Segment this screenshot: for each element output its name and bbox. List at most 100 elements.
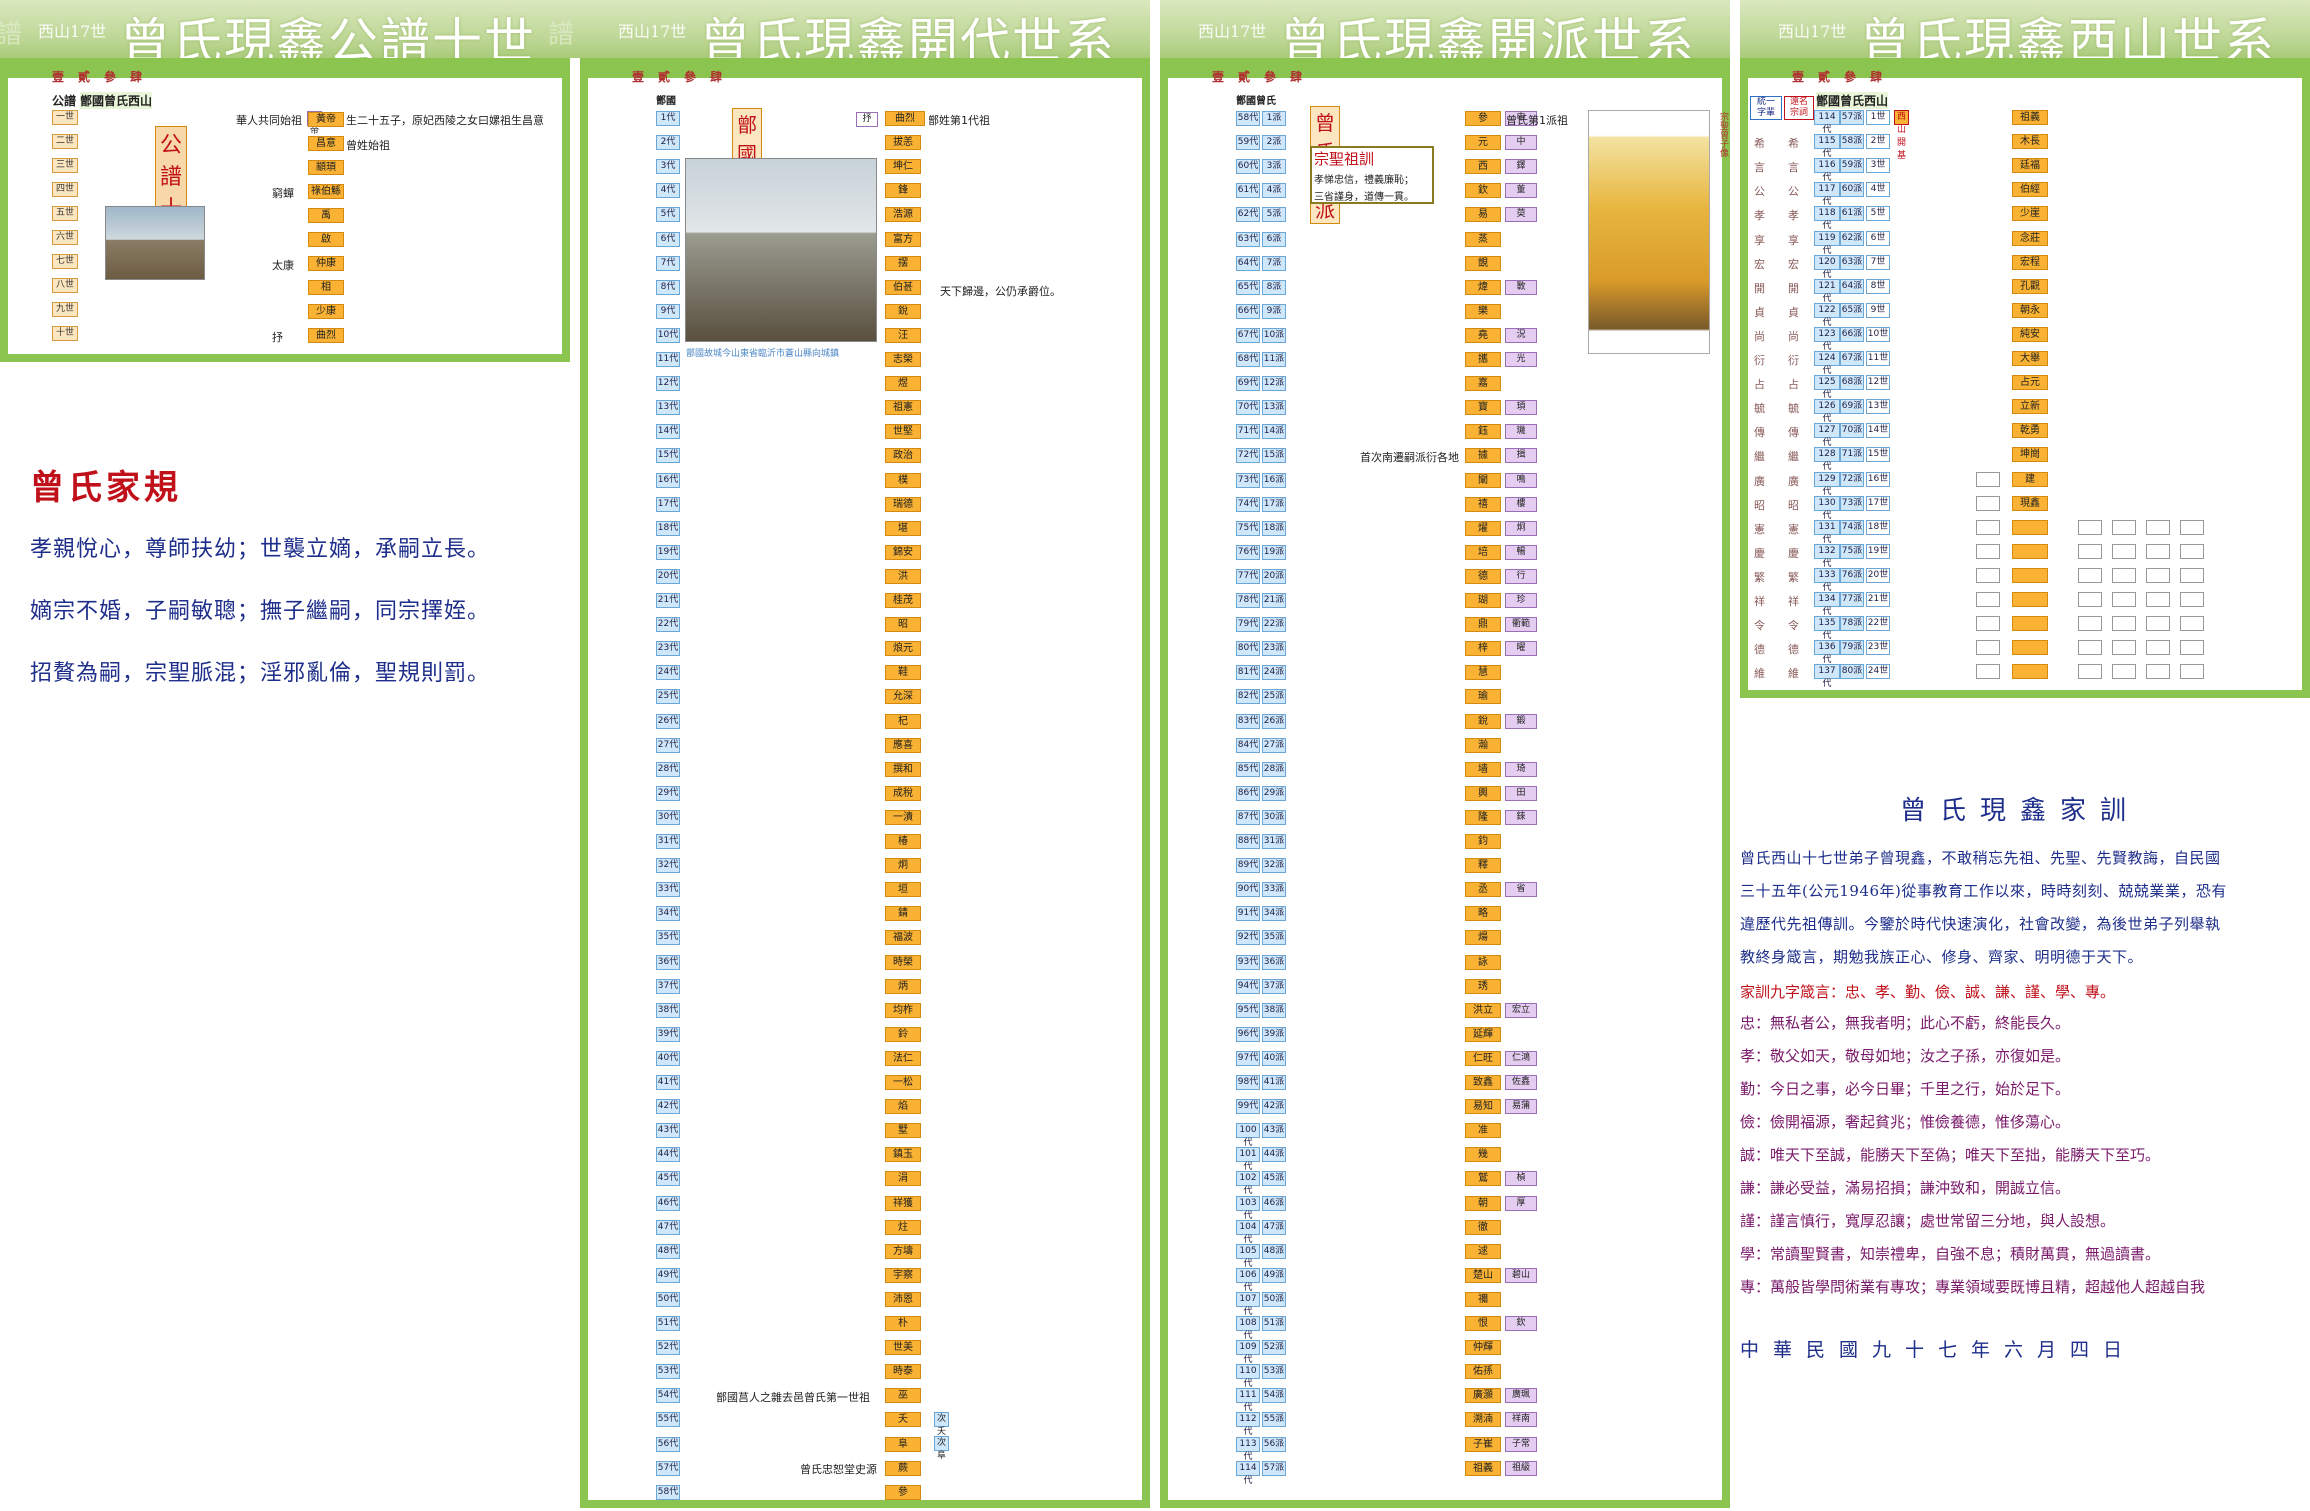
ancestor-name: 昌意	[308, 136, 344, 151]
tab-1[interactable]: 壹	[1212, 70, 1224, 84]
ancestor-name: 禧	[1465, 496, 1501, 512]
tab-bar[interactable]: 壹貳參肆	[1212, 68, 1316, 85]
tab-3[interactable]: 參	[1264, 70, 1276, 84]
empty-cell	[1976, 543, 2000, 559]
tab-3[interactable]: 參	[684, 70, 696, 84]
ancestor-name: 孔觀	[2012, 278, 2048, 294]
pai-cell: 50派	[1262, 1291, 1286, 1307]
gen-cell: 96代	[1236, 1026, 1260, 1042]
ancestor-side: 太康	[272, 259, 294, 272]
empty-cell	[2180, 616, 2204, 632]
pai-cell: 21派	[1262, 593, 1286, 608]
tab-2[interactable]: 貳	[78, 70, 90, 84]
motto-box: 宗聖祖訓 孝悌忠信，禮義廉恥； 三省謹身，道傳一貫。	[1310, 146, 1434, 204]
monument-photo	[685, 158, 877, 342]
ancestor-name: 鷲	[1465, 1171, 1501, 1187]
sibling-name: 珍	[1505, 593, 1537, 608]
first-note: 曾氏第1派祖	[1506, 114, 1568, 127]
pai-cell: 70派	[1840, 423, 1864, 439]
ancestor-name: 浩源	[885, 207, 921, 223]
pai-cell: 61派	[1840, 206, 1864, 222]
pai-cell: 47派	[1262, 1219, 1286, 1235]
pai-cell: 54派	[1262, 1388, 1286, 1404]
tab-4[interactable]: 肆	[710, 70, 722, 84]
sibling-name: 況	[1505, 327, 1537, 343]
tab-1[interactable]: 壹	[52, 70, 64, 84]
shi-cell: 11世	[1866, 351, 1890, 366]
ancestor-name: 夭	[885, 1412, 921, 1428]
ancestral-char: 尚	[1788, 329, 1799, 343]
gen-cell: 36代	[656, 954, 680, 970]
pai-cell: 44派	[1262, 1147, 1286, 1163]
empty-cell	[2180, 519, 2204, 535]
gen-cell: 五世	[52, 206, 78, 221]
ancestor-name: 易	[1465, 207, 1501, 223]
gen-cell: 30代	[656, 809, 680, 825]
pai-cell: 67派	[1840, 351, 1864, 366]
gen-cell: 38代	[656, 1002, 680, 1018]
tab-1[interactable]: 壹	[632, 70, 644, 84]
ancestral-char: 希	[1788, 137, 1799, 151]
ancestor-name: 瑞德	[885, 496, 921, 512]
empty-cell	[1976, 616, 2000, 632]
sibling-name: 厚	[1505, 1195, 1537, 1211]
ancestor-name: 蕨	[885, 1460, 921, 1476]
rule-line: 孝親悅心，尊師扶幼；世襲立嫡，承嗣立長。	[30, 537, 491, 562]
tab-4[interactable]: 肆	[1870, 70, 1882, 84]
ancestral-char: 衍	[1788, 354, 1799, 367]
tab-4[interactable]: 肆	[1290, 70, 1302, 84]
gen-cell: 116代	[1814, 158, 1840, 183]
ancestor-name: 鎮玉	[885, 1147, 921, 1163]
tab-2[interactable]: 貳	[658, 70, 670, 84]
ancestor-name: 焰	[885, 1099, 921, 1115]
ancestor-name: 世堅	[885, 424, 921, 440]
ancestor-name: 烺元	[885, 641, 921, 657]
panel3-banner: 西山17世 曾氏現鑫開派世系	[1160, 0, 1730, 58]
ancestor-name: 禰	[1465, 1291, 1501, 1307]
ancestor-name: 巫	[885, 1388, 921, 1404]
gen-cell: 15代	[656, 448, 680, 464]
pai-cell: 57派	[1262, 1460, 1286, 1476]
gen-cell: 123代	[1814, 326, 1840, 352]
gen-cell: 16代	[656, 472, 680, 488]
tab-2[interactable]: 貳	[1818, 70, 1830, 84]
rules-title: 曾氏家規	[30, 468, 182, 508]
gen-cell: 118代	[1814, 206, 1840, 231]
tab-bar[interactable]: 壹貳參肆	[52, 68, 156, 85]
gen-cell: 115代	[1814, 134, 1840, 159]
ancestor-name: 嘉	[1465, 376, 1501, 392]
ancestral-char: 言	[1788, 161, 1799, 175]
ancestor-name: 少崖	[2012, 206, 2048, 222]
ancestor-name: 瑜	[1465, 689, 1501, 705]
ancestor-name: 覬	[1465, 255, 1501, 271]
ancestral-char: 令	[1788, 619, 1799, 633]
ancestor-name: 建	[2012, 471, 2048, 487]
ancestor-name: 顓頊	[308, 160, 344, 175]
sibling-name: 佐鑫	[1505, 1075, 1537, 1090]
ancestral-char: 宏	[1754, 257, 1765, 271]
tab-bar[interactable]: 壹貳參肆	[1792, 68, 1896, 85]
portrait	[1588, 110, 1710, 354]
gen-cell: 42代	[656, 1099, 680, 1115]
shi-cell: 3世	[1866, 158, 1890, 174]
gen-cell: 106代	[1236, 1267, 1260, 1293]
tab-bar[interactable]: 壹貳參肆	[632, 68, 736, 85]
gen-cell: 23代	[656, 641, 680, 657]
tab-4[interactable]: 肆	[130, 70, 142, 84]
ancestor-name: 拔恙	[885, 135, 921, 151]
gen-cell: 120代	[1814, 254, 1840, 280]
tab-2[interactable]: 貳	[1238, 70, 1250, 84]
banner-title: 曾氏現鑫西山世系	[1860, 13, 2276, 58]
tab-3[interactable]: 參	[104, 70, 116, 84]
sibling-name: 頊	[1505, 400, 1537, 416]
tab-3[interactable]: 參	[1844, 70, 1856, 84]
tab-1[interactable]: 壹	[1792, 70, 1804, 84]
ancestral-char: 希	[1754, 137, 1765, 151]
ancestor-name: 念莊	[2012, 230, 2048, 246]
gen-cell: 10代	[656, 327, 680, 343]
pai-cell: 41派	[1262, 1075, 1286, 1090]
ancestral-char: 占	[1788, 378, 1799, 392]
empty-cell	[2112, 640, 2136, 656]
ancestral-char: 言	[1754, 161, 1765, 175]
ancestor-name-empty	[2012, 664, 2048, 680]
